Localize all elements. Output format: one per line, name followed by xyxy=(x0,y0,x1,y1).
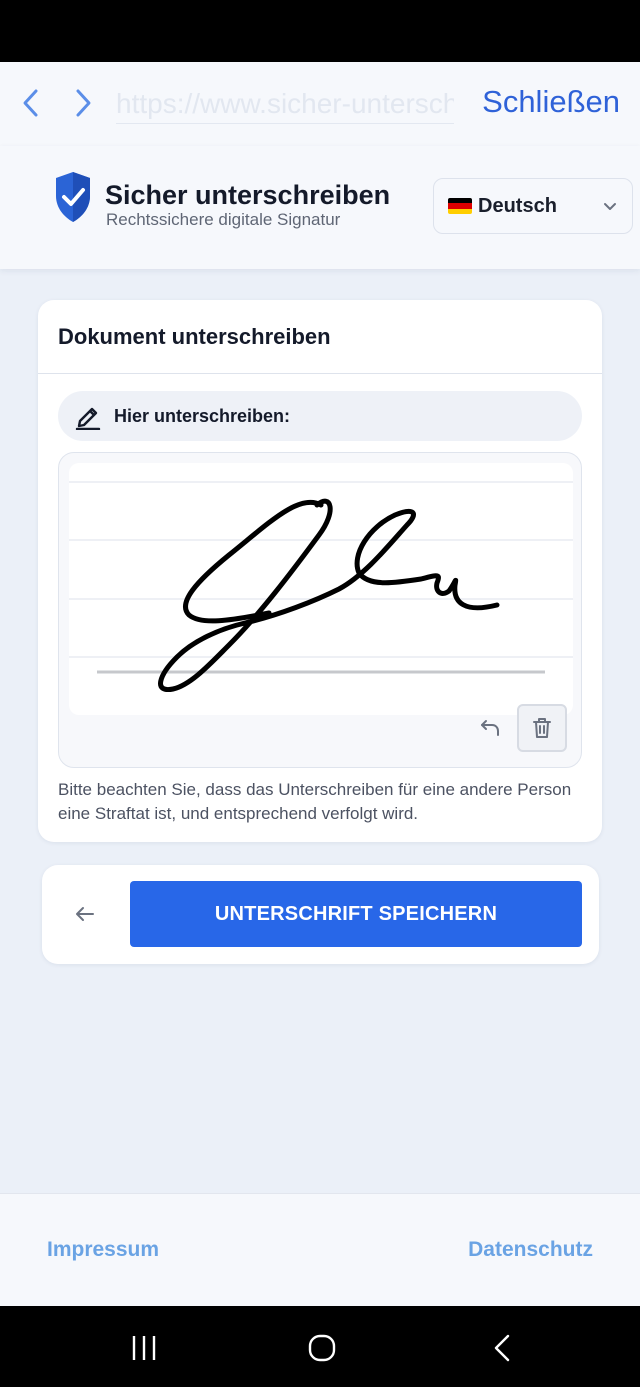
save-signature-button[interactable]: UNTERSCHRIFT SPEICHERN xyxy=(130,881,582,947)
pen-icon xyxy=(75,407,101,430)
language-label: Deutsch xyxy=(478,194,557,217)
chevron-down-icon xyxy=(604,203,616,210)
site-header: Sicher unterschreiben Rechtssichere digi… xyxy=(0,146,640,269)
brand-title: Sicher unterschreiben xyxy=(105,180,391,210)
sign-here-banner: Hier unterschreiben: xyxy=(58,391,582,441)
browser-forward-button[interactable] xyxy=(66,86,100,120)
back-button[interactable] xyxy=(68,897,102,931)
system-back-button[interactable] xyxy=(482,1328,522,1368)
card-title: Dokument unterschreiben xyxy=(58,324,331,349)
undo-icon xyxy=(481,720,499,736)
undo-button[interactable] xyxy=(473,711,507,745)
back-chevron-icon xyxy=(494,1334,510,1362)
chevron-right-icon xyxy=(76,89,91,117)
recent-apps-button[interactable] xyxy=(124,1328,164,1368)
trash-icon xyxy=(533,718,551,738)
browser-back-button[interactable] xyxy=(14,86,48,120)
home-icon xyxy=(308,1334,336,1362)
signature-pad xyxy=(58,452,582,768)
clear-signature-button[interactable] xyxy=(517,704,567,752)
sign-here-label: Hier unterschreiben: xyxy=(114,405,291,426)
status-bar xyxy=(0,0,640,62)
card-divider xyxy=(38,373,602,374)
brand-subtitle: Rechtssichere digitale Signatur xyxy=(106,210,341,229)
footer: Impressum Datenschutz xyxy=(0,1193,640,1306)
language-select[interactable]: Deutsch xyxy=(433,178,633,234)
chevron-left-icon xyxy=(23,89,38,117)
datenschutz-link[interactable]: Datenschutz xyxy=(468,1238,593,1262)
close-button[interactable]: Schließen xyxy=(482,84,620,120)
legal-notice: Bitte beachten Sie, dass das Unterschrei… xyxy=(58,780,572,823)
recent-apps-icon xyxy=(132,1336,156,1360)
url-input[interactable] xyxy=(116,84,454,124)
system-navigation-bar xyxy=(0,1306,640,1387)
home-button[interactable] xyxy=(302,1328,342,1368)
shield-check-icon xyxy=(56,172,90,222)
browser-toolbar: Schließen xyxy=(0,62,640,146)
german-flag-icon xyxy=(448,198,472,214)
signature-stroke xyxy=(158,498,500,693)
impressum-link[interactable]: Impressum xyxy=(47,1238,159,1262)
signature-card: Dokument unterschreiben Hier unterschrei… xyxy=(38,300,602,842)
arrow-left-icon xyxy=(76,907,94,921)
signature-canvas[interactable] xyxy=(69,463,573,715)
action-card: UNTERSCHRIFT SPEICHERN xyxy=(42,865,599,964)
